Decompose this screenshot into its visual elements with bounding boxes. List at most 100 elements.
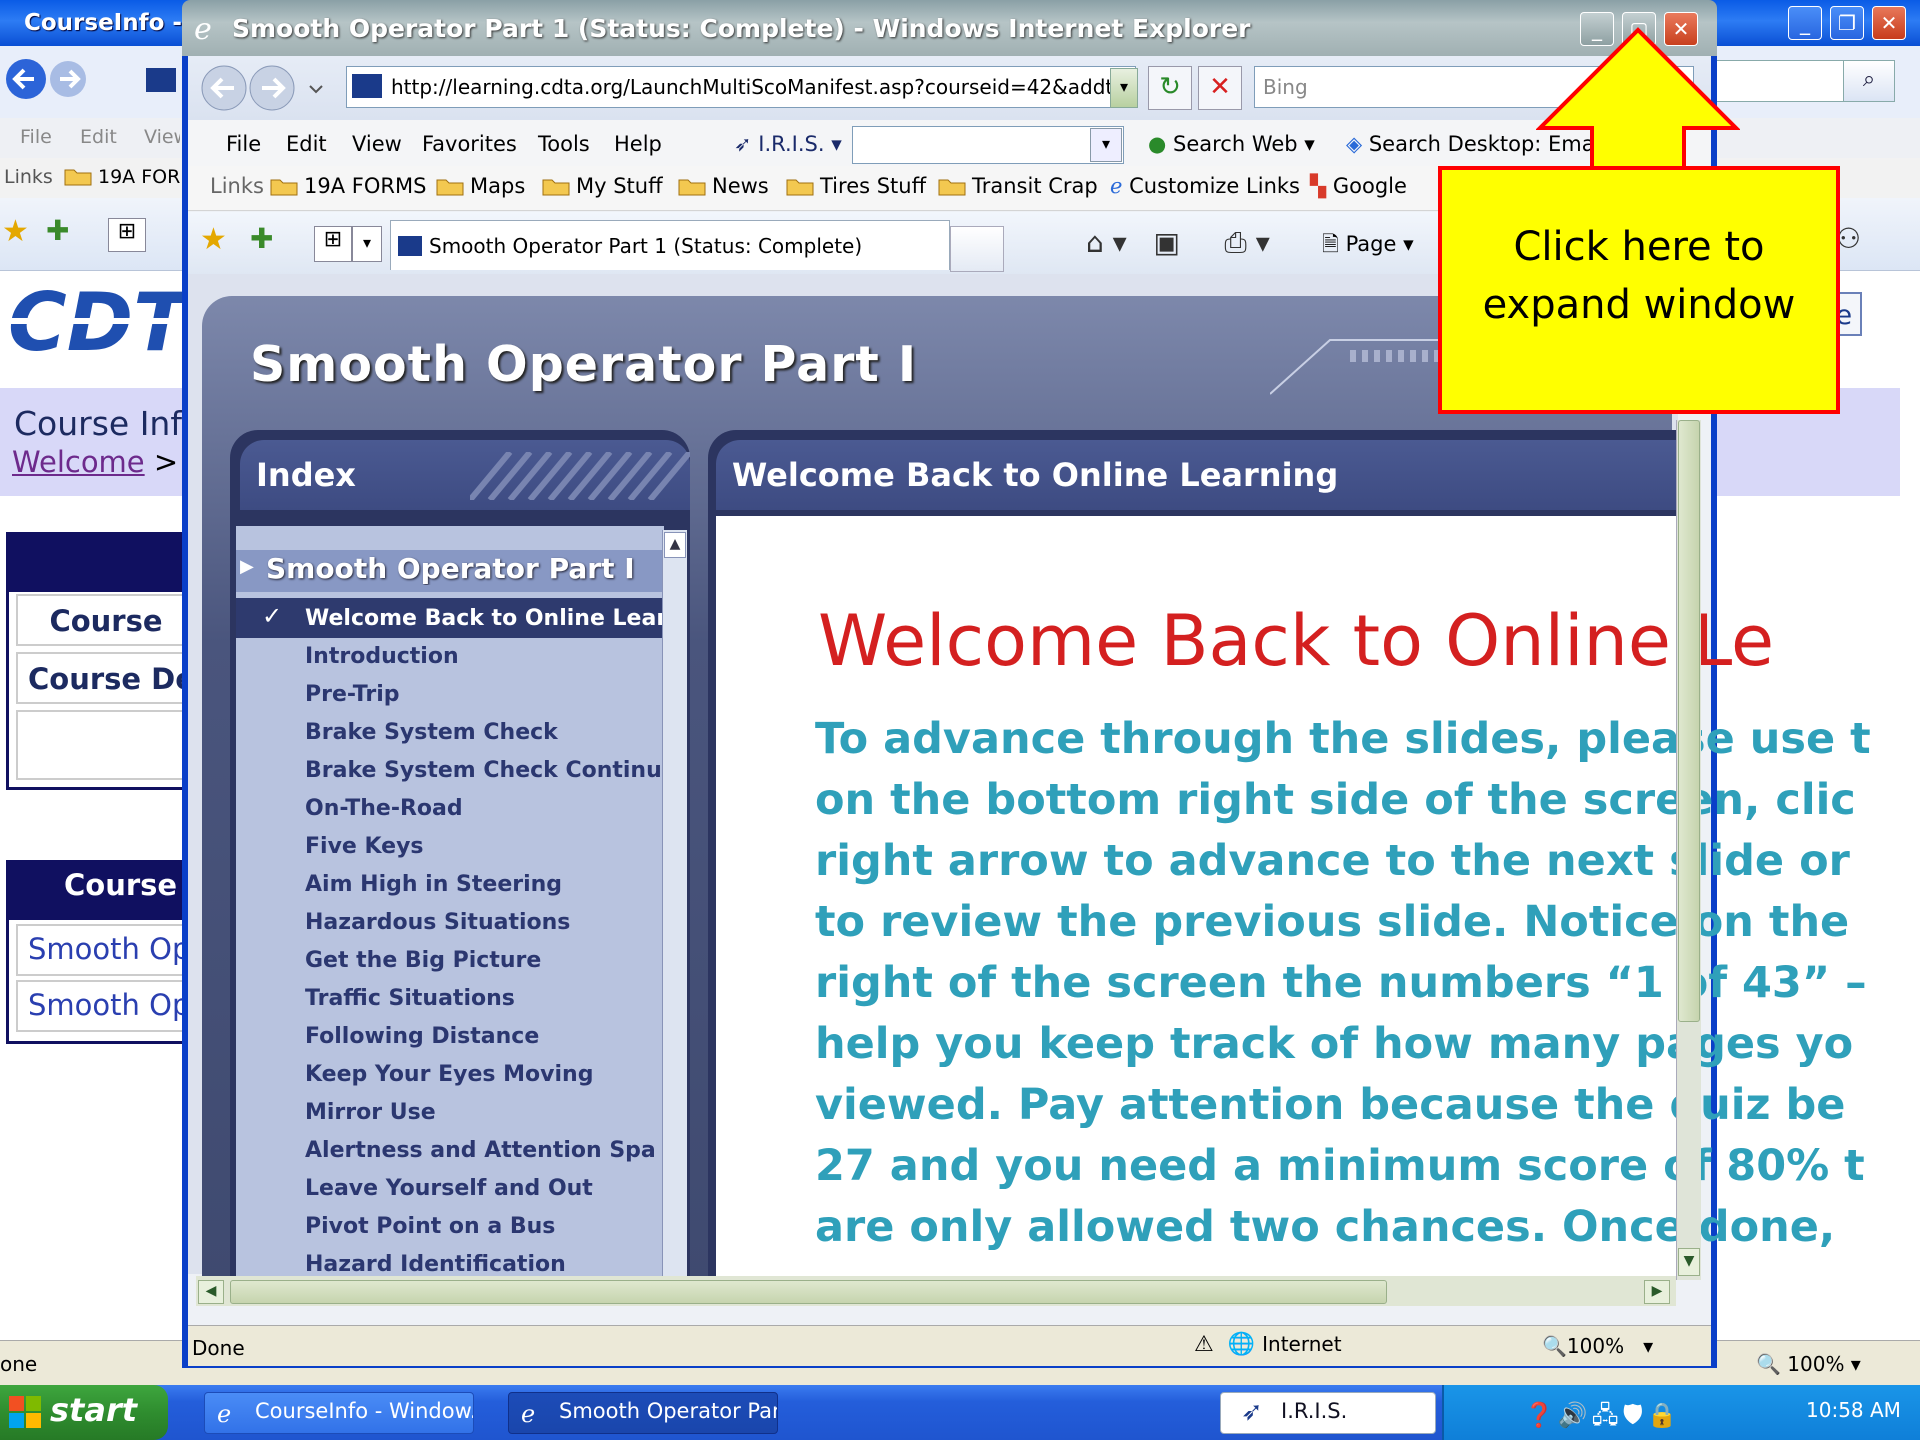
index-item[interactable]: Brake System Check [305, 720, 558, 745]
security-zone[interactable]: ⚠ 🌐 Internet [1194, 1332, 1342, 1357]
bg-back-icon[interactable] [4, 56, 94, 102]
index-item[interactable]: Traffic Situations [305, 986, 515, 1011]
link-transit-crap[interactable]: Transit Crap [938, 174, 1098, 198]
taskbar-smooth-operator-label: Smooth Operator Par... [559, 1399, 778, 1423]
link-news[interactable]: News [678, 174, 769, 198]
address-dropdown-icon[interactable]: ▾ [1110, 68, 1138, 108]
taskbar-iris-toolbar[interactable]: ➶ I.R.I.S. [1220, 1392, 1436, 1434]
iris-search-input[interactable] [852, 126, 1124, 164]
bg-search-button[interactable]: ⌕ [1843, 60, 1895, 102]
page-menu[interactable]: 🗎 Page ▾ [1322, 230, 1414, 265]
link-google[interactable]: ▚ Google [1310, 174, 1407, 198]
index-item[interactable]: Pivot Point on a Bus [305, 1214, 555, 1239]
bg-page-icon [146, 68, 176, 92]
index-item[interactable]: Get the Big Picture [305, 948, 541, 973]
index-scroll-up-icon[interactable]: ▲ [664, 532, 686, 558]
home-icon[interactable]: ⌂ [1086, 226, 1104, 259]
bg-zoom-control[interactable]: 🔍 100% ▾ [1756, 1352, 1861, 1376]
index-item[interactable]: Hazard Identification [305, 1252, 566, 1274]
tray-icons[interactable]: ❓🔊🖧🛡🔒 [1524, 1398, 1681, 1439]
shield-icon[interactable]: 🛡 [1623, 1401, 1648, 1429]
add-favorite-icon[interactable]: ✚ [250, 222, 273, 255]
bg-favorites-star-icon[interactable]: ★ [2, 214, 29, 249]
refresh-icon[interactable]: ↻ [1148, 66, 1192, 110]
menu-file[interactable]: File [226, 132, 261, 156]
bg-quick-tabs-icon[interactable]: ⊞ [108, 218, 146, 252]
link-19a-forms[interactable]: 19A FORMS [270, 174, 426, 198]
bg-link-19a[interactable]: 19A FOR [64, 166, 180, 188]
zoom-control[interactable]: 🔍100% ▾ [1542, 1334, 1653, 1358]
iris-icon: ➶ [734, 132, 752, 156]
bg-menu-file[interactable]: File [20, 126, 52, 148]
menu-help[interactable]: Help [614, 132, 662, 156]
index-item[interactable]: Alertness and Attention Spa [305, 1138, 663, 1163]
tab-list-dropdown-icon[interactable]: ▾ [352, 226, 382, 262]
bg-menu-view[interactable]: View [144, 126, 180, 148]
link-google-label: Google [1332, 174, 1407, 198]
link-19a-forms-label: 19A FORMS [304, 174, 427, 198]
iris-toolbar-button[interactable]: ➶ I.R.I.S. ▾ [734, 132, 842, 156]
index-scrollbar[interactable] [662, 530, 687, 1276]
scroll-left-icon[interactable]: ◀ [198, 1280, 224, 1304]
popup-blocker-icon[interactable]: ⚠ [1194, 1332, 1214, 1357]
index-item[interactable]: Pre-Trip [305, 682, 400, 707]
site-favicon-icon [352, 74, 382, 98]
favorites-star-icon[interactable]: ★ [200, 222, 227, 257]
scroll-right-icon[interactable]: ▶ [1644, 1280, 1670, 1304]
breadcrumb-welcome-link[interactable]: Welcome [12, 445, 145, 479]
bg-add-favorite-icon[interactable]: ✚ [46, 214, 69, 247]
vertical-scroll-thumb[interactable] [1678, 420, 1700, 1022]
feeds-icon[interactable]: ▣ [1153, 226, 1179, 259]
sound-icon[interactable]: 🔊 [1558, 1401, 1592, 1429]
index-item[interactable]: Keep Your Eyes Moving [305, 1062, 593, 1087]
bg-menu-edit[interactable]: Edit [80, 126, 117, 148]
stop-icon[interactable]: ✕ [1198, 66, 1242, 110]
checkmark-icon: ✓ [262, 602, 283, 630]
tab-smooth-operator[interactable]: Smooth Operator Part 1 (Status: Complete… [390, 220, 950, 270]
callout-line-1: Click here to [1513, 224, 1765, 270]
menu-tools[interactable]: Tools [538, 132, 590, 156]
index-item[interactable]: Hazardous Situations [305, 910, 570, 935]
network-icon[interactable]: 🖧 [1592, 1401, 1623, 1429]
start-button[interactable]: start [0, 1385, 168, 1440]
back-forward-icons[interactable] [198, 62, 328, 114]
address-bar[interactable]: http://learning.cdta.org/LaunchMultiScoM… [346, 66, 1136, 108]
course-list-item[interactable]: Smooth Ope [16, 980, 196, 1032]
menu-favorites[interactable]: Favorites [422, 132, 517, 156]
iris-dropdown-icon[interactable]: ▾ [1090, 128, 1122, 162]
link-my-stuff-label: My Stuff [576, 174, 663, 198]
course-box-header: Course [16, 594, 196, 646]
quick-tabs-icon[interactable]: ⊞ [314, 226, 352, 262]
taskbar-smooth-operator[interactable]: ℯ Smooth Operator Par... [508, 1392, 778, 1434]
link-my-stuff[interactable]: My Stuff [542, 174, 663, 198]
horizontal-scroll-thumb[interactable] [230, 1280, 1387, 1304]
bg-maximize-button[interactable]: ❐ [1830, 6, 1864, 40]
index-title: Index [256, 456, 356, 494]
index-item[interactable]: Mirror Use [305, 1100, 436, 1125]
menu-edit[interactable]: Edit [286, 132, 327, 156]
index-item[interactable]: Brake System Check Continu [305, 758, 663, 783]
link-customize-links[interactable]: ℯ Customize Links [1110, 174, 1300, 198]
course-list-item[interactable]: Smooth Ope [16, 924, 196, 976]
index-item[interactable]: Aim High in Steering [305, 872, 562, 897]
scroll-down-icon[interactable]: ▼ [1678, 1248, 1700, 1276]
index-item-welcome[interactable]: Welcome Back to Online Lear [305, 606, 663, 631]
link-tires-stuff[interactable]: Tires Stuff [786, 174, 926, 198]
security-icon[interactable]: 🔒 [1647, 1401, 1681, 1429]
index-item[interactable]: Following Distance [305, 1024, 539, 1049]
taskbar-courseinfo[interactable]: ℯ CourseInfo - Window... [204, 1392, 474, 1434]
menu-view[interactable]: View [352, 132, 402, 156]
print-icon[interactable]: ⎙ [1224, 226, 1246, 259]
search-web-button[interactable]: ● Search Web ▾ [1148, 132, 1315, 156]
index-item[interactable]: On-The-Road [305, 796, 463, 821]
new-tab-button[interactable] [950, 226, 1004, 272]
folder-icon [938, 176, 966, 196]
help-icon[interactable]: ❓ [1524, 1401, 1558, 1429]
bg-close-button[interactable]: ✕ [1872, 6, 1906, 40]
bg-minimize-button[interactable]: _ [1788, 6, 1822, 40]
index-item[interactable]: Five Keys [305, 834, 424, 859]
link-maps[interactable]: Maps [436, 174, 525, 198]
section-arrow-icon: ▶ [240, 556, 254, 577]
index-item[interactable]: Introduction [305, 644, 459, 669]
index-item[interactable]: Leave Yourself and Out [305, 1176, 593, 1201]
